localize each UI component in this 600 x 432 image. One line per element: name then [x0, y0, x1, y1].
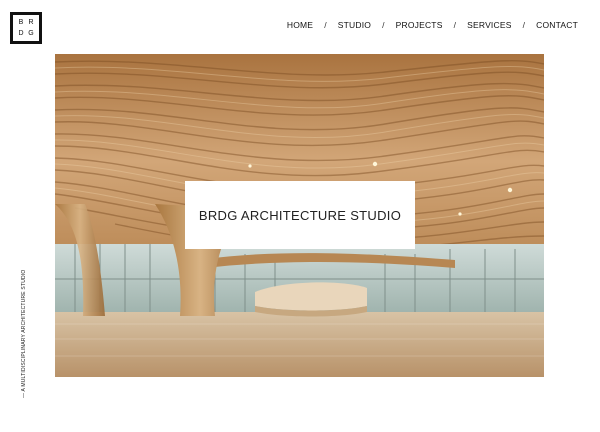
nav-separator: / [382, 20, 385, 30]
nav-separator: / [453, 20, 457, 30]
nav-separator: / [522, 20, 526, 30]
hero-title-box: BRDG ARCHITECTURE STUDIO [185, 181, 415, 249]
nav-item-home[interactable]: HOME [287, 20, 313, 30]
hero-image: BRDG ARCHITECTURE STUDIO [55, 54, 544, 377]
logo-letter: B [18, 19, 24, 26]
logo-letter: R [28, 19, 34, 26]
brand-logo[interactable]: B R D G [10, 12, 42, 44]
logo-letter: G [28, 30, 34, 37]
hero-title: BRDG ARCHITECTURE STUDIO [198, 207, 402, 223]
vertical-tagline: — A MULTIDISCIPLINARY ARCHITECTURE STUDI… [21, 269, 27, 398]
main-nav: HOME / STUDIO / PROJECTS / SERVICES / CO… [287, 20, 578, 30]
nav-item-studio[interactable]: STUDIO [338, 20, 371, 30]
nav-item-projects[interactable]: PROJECTS [396, 20, 443, 30]
nav-item-services[interactable]: SERVICES [467, 20, 511, 30]
nav-separator: / [324, 20, 327, 30]
page: B R D G HOME / STUDIO / PROJECTS / SERVI… [0, 0, 600, 432]
logo-letter: D [18, 30, 24, 37]
nav-item-contact[interactable]: CONTACT [536, 20, 578, 30]
